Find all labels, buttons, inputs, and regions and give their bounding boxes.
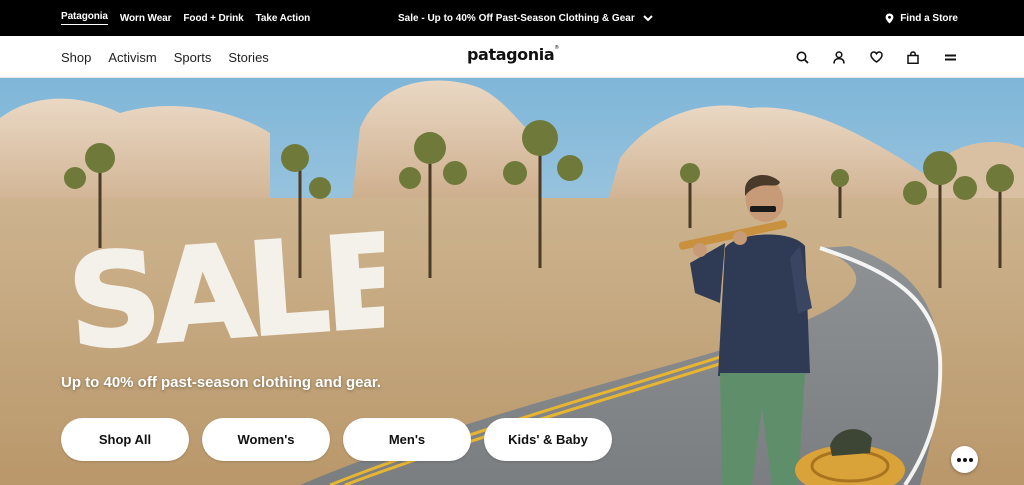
sale-headline: SALE	[64, 217, 384, 357]
logo-registered-mark: ®	[554, 45, 559, 51]
promo-text: Sale - Up to 40% Off Past-Season Clothin…	[398, 12, 635, 24]
nav-icons	[794, 36, 958, 78]
shop-all-button[interactable]: Shop All	[61, 418, 189, 461]
hero-subtitle: Up to 40% off past-season clothing and g…	[61, 374, 382, 391]
nav-shop[interactable]: Shop	[61, 50, 91, 65]
patagonia-logo[interactable]: patagonia®	[467, 45, 559, 64]
hero-banner[interactable]: SALE Up to 40% off past-season clothing …	[0, 78, 1024, 485]
search-icon[interactable]	[794, 49, 810, 65]
mens-button[interactable]: Men's	[343, 418, 471, 461]
link-worn-wear[interactable]: Worn Wear	[120, 13, 172, 24]
chevron-down-icon	[643, 15, 653, 22]
find-store-label: Find a Store	[900, 12, 958, 24]
main-navigation: Shop Activism Sports Stories patagonia®	[0, 36, 1024, 78]
utility-bar: Patagonia Worn Wear Food + Drink Take Ac…	[0, 0, 1024, 36]
nav-sports[interactable]: Sports	[174, 50, 212, 65]
logo-text: patagonia	[467, 45, 555, 64]
link-take-action[interactable]: Take Action	[256, 13, 311, 24]
cart-bag-icon[interactable]	[905, 49, 921, 65]
wishlist-heart-icon[interactable]	[868, 49, 884, 65]
menu-icon[interactable]	[942, 49, 958, 65]
location-pin-icon	[885, 13, 894, 23]
link-patagonia[interactable]: Patagonia	[61, 11, 108, 25]
nav-stories[interactable]: Stories	[228, 50, 268, 65]
account-icon[interactable]	[831, 49, 847, 65]
brand-links: Patagonia Worn Wear Food + Drink Take Ac…	[61, 0, 310, 36]
chat-more-icon[interactable]	[951, 446, 978, 473]
womens-button[interactable]: Women's	[202, 418, 330, 461]
nav-menu: Shop Activism Sports Stories	[61, 36, 269, 78]
sale-headline-text: SALE	[64, 217, 384, 357]
promo-banner[interactable]: Sale - Up to 40% Off Past-Season Clothin…	[398, 0, 653, 36]
hero-buttons: Shop All Women's Men's Kids' & Baby	[61, 418, 612, 461]
kids-baby-button[interactable]: Kids' & Baby	[484, 418, 612, 461]
nav-activism[interactable]: Activism	[108, 50, 156, 65]
link-food-drink[interactable]: Food + Drink	[183, 13, 243, 24]
find-store-link[interactable]: Find a Store	[885, 0, 958, 36]
